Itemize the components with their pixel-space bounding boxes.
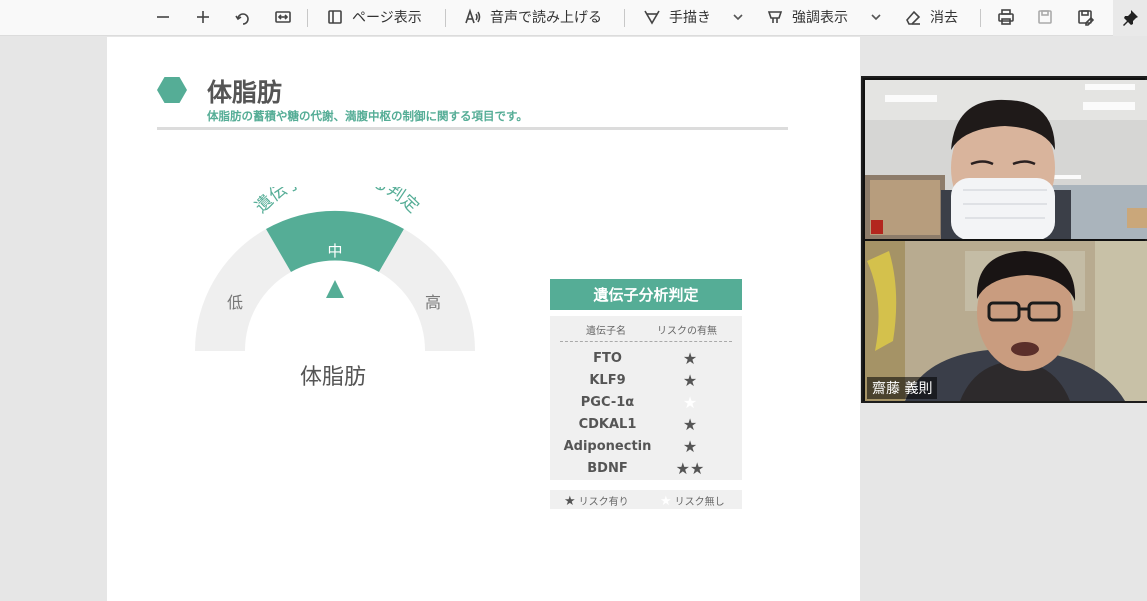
zoom-in-button[interactable]	[190, 2, 216, 32]
table-row: CDKAL1 ★	[550, 415, 742, 439]
table-row: BDNF ★★	[550, 459, 742, 483]
risk-gauge: 遺伝子分析による判定 低 中 高	[194, 187, 476, 351]
rotate-button[interactable]	[230, 2, 256, 32]
page-view-icon	[328, 10, 342, 24]
hexagon-bullet-icon	[157, 77, 187, 103]
gauge-band-high	[379, 229, 476, 351]
table-header: 遺伝子分析判定	[550, 279, 742, 310]
plus-icon	[197, 11, 209, 23]
gene-name: FTO	[593, 351, 622, 366]
read-aloud-button[interactable]: 音声で読み上げる	[464, 2, 602, 32]
document-page: 体脂肪 体脂肪の蓄積や糖の代謝、満腹中枢の制御に関する項目です。 遺伝子分析によ…	[107, 37, 860, 601]
erase-label: 消去	[930, 10, 958, 26]
no-risk-star-icon: ★	[682, 393, 698, 412]
gene-name: BDNF	[587, 461, 628, 476]
print-icon	[998, 9, 1014, 25]
participant-video-1[interactable]	[865, 80, 1147, 239]
risk-star-icon: ★★	[675, 459, 705, 478]
toolbar-divider	[980, 9, 981, 27]
highlight-icon	[767, 11, 783, 23]
read-aloud-label: 音声で読み上げる	[490, 10, 602, 26]
empty-star-icon: ★	[660, 494, 672, 509]
participant-name-tag: 齋藤 義則	[867, 377, 938, 399]
dotted-divider	[560, 341, 732, 342]
gene-name: PGC-1α	[580, 395, 635, 410]
column-gene-name: 遺伝子名	[586, 326, 626, 337]
pdf-toolbar: ページ表示 音声で読み上げる 手描き 強調表示 消去	[0, 0, 1147, 36]
video-frame-1	[865, 80, 1147, 239]
read-aloud-icon	[465, 8, 481, 24]
table-body: 遺伝子名 リスクの有無 FTO ★ KLF9 ★ PGC-1α ★ CDKAL1 ★ Adipo…	[550, 316, 742, 480]
gene-name: CDKAL1	[578, 417, 637, 432]
title-divider	[157, 127, 788, 130]
video-call-panel: 齋藤 義則	[861, 76, 1147, 403]
table-row: Adiponectin ★	[550, 437, 742, 461]
chevron-down-icon	[733, 14, 743, 21]
risk-star-icon: ★	[682, 415, 698, 434]
gauge-label-high: 高	[425, 293, 441, 312]
legend-no-risk: ★ リスク無し	[660, 493, 725, 509]
save-as-button[interactable]	[1073, 2, 1097, 32]
draw-options-button[interactable]	[732, 2, 744, 32]
draw-icon	[644, 10, 660, 25]
zoom-out-button[interactable]	[150, 2, 176, 32]
save-as-icon	[1078, 10, 1094, 26]
minus-icon	[157, 16, 169, 18]
section-subtitle: 体脂肪の蓄積や糖の代謝、満腹中枢の制御に関する項目です。	[207, 109, 528, 123]
draw-label: 手描き	[669, 10, 711, 26]
highlight-options-button[interactable]	[870, 2, 882, 32]
eraser-icon	[906, 10, 921, 25]
save-button[interactable]	[1033, 2, 1057, 32]
highlight-label: 強調表示	[792, 10, 848, 26]
legend-risk-label: リスク有り	[578, 497, 629, 508]
page-view-label: ページ表示	[352, 10, 422, 26]
save-icon	[1038, 10, 1052, 24]
participant-video-2[interactable]: 齋藤 義則	[865, 241, 1147, 401]
gene-name: Adiponectin	[563, 439, 652, 454]
fit-width-button[interactable]	[270, 2, 296, 32]
toolbar-divider	[307, 9, 308, 27]
risk-star-icon: ★	[682, 371, 698, 390]
rotate-icon	[235, 13, 249, 25]
legend-no-risk-label: リスク無し	[674, 497, 725, 508]
risk-star-icon: ★	[682, 437, 698, 456]
fit-width-icon	[275, 11, 291, 23]
gauge-label-mid: 中	[327, 242, 342, 260]
pin-icon	[1123, 10, 1138, 26]
legend-risk: ★ リスク有り	[564, 493, 629, 509]
risk-star-icon: ★	[682, 349, 698, 368]
draw-button[interactable]: 手描き	[643, 2, 711, 32]
table-row: PGC-1α ★	[550, 393, 742, 417]
print-button[interactable]	[994, 2, 1018, 32]
gauge-band-low	[194, 229, 291, 351]
chevron-down-icon	[871, 14, 881, 21]
toolbar-divider	[445, 9, 446, 27]
table-row: FTO ★	[550, 349, 742, 373]
section-title: 体脂肪	[207, 78, 283, 107]
highlight-button[interactable]: 強調表示	[766, 2, 848, 32]
erase-button[interactable]: 消去	[904, 2, 958, 32]
table-column-headers: 遺伝子名 リスクの有無	[550, 322, 742, 338]
gene-analysis-table: 遺伝子分析判定 遺伝子名 リスクの有無 FTO ★ KLF9 ★ PGC-1α ★ CDKA…	[550, 279, 742, 509]
column-risk: リスクの有無	[657, 326, 717, 337]
filled-star-icon: ★	[564, 494, 576, 509]
table-row: KLF9 ★	[550, 371, 742, 395]
gauge-pointer-icon	[326, 280, 344, 298]
table-legend: ★ リスク有り ★ リスク無し	[550, 490, 742, 509]
gene-name: KLF9	[589, 373, 626, 388]
gauge-caption: 体脂肪	[300, 365, 367, 390]
toolbar-divider	[624, 9, 625, 27]
gauge-label-low: 低	[227, 293, 243, 312]
page-view-button[interactable]: ページ表示	[326, 2, 422, 32]
pin-toolbar-button[interactable]	[1113, 0, 1147, 36]
